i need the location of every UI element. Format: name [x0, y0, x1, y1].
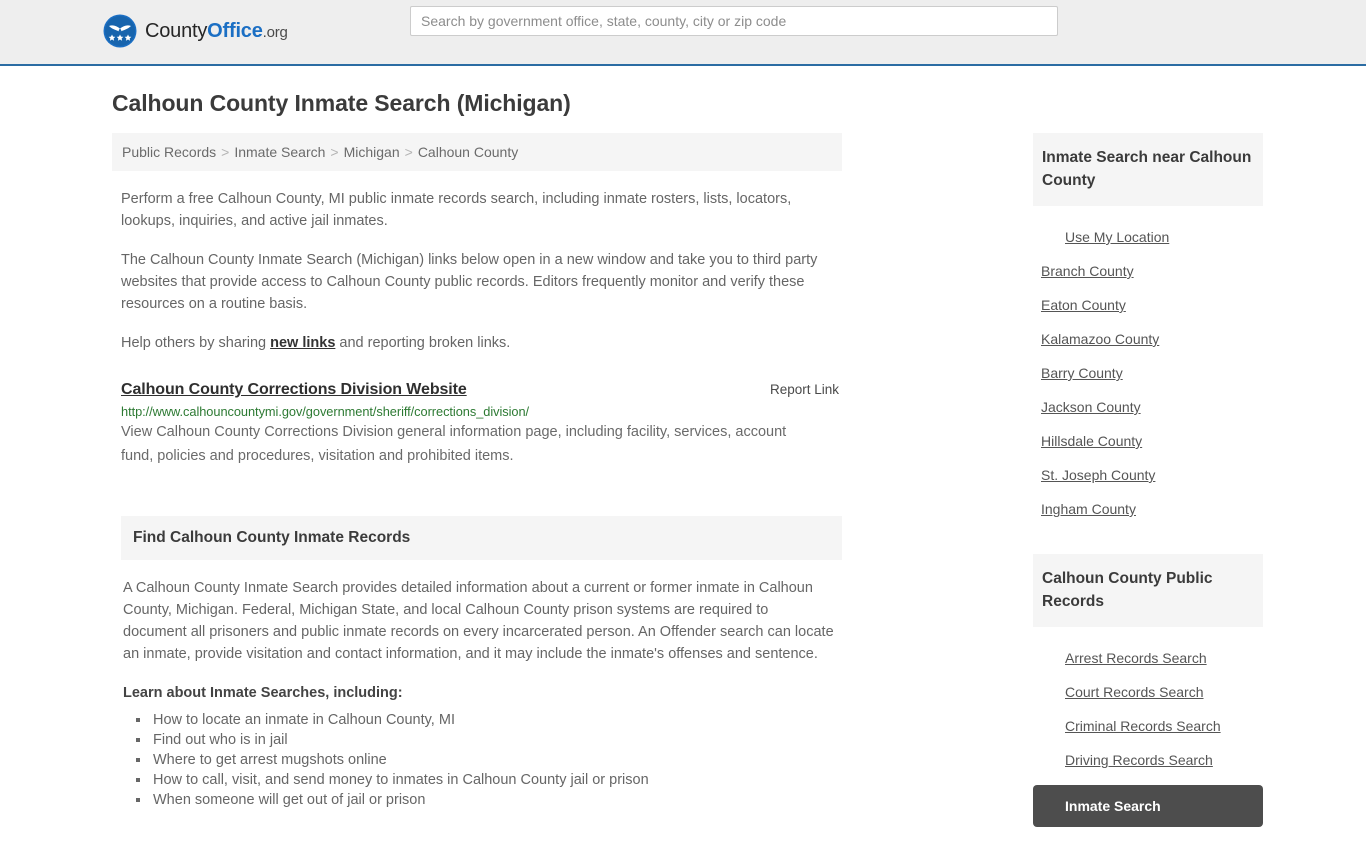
search-container [410, 6, 1058, 36]
list-item: When someone will get out of jail or pri… [151, 790, 840, 810]
site-header: CountyOffice.org [0, 0, 1366, 66]
sidebar-item-ingham-county[interactable]: Ingham County [1033, 492, 1136, 526]
sidebar-item-barry-county[interactable]: Barry County [1033, 356, 1123, 390]
list-item: Use My Location [1033, 220, 1263, 254]
list-item: Eaton County [1033, 288, 1263, 322]
sidebar-item-arrest-records-search[interactable]: Arrest Records Search [1033, 641, 1207, 675]
sidebar-item-st-joseph-county[interactable]: St. Joseph County [1033, 458, 1155, 492]
intro-paragraph: Perform a free Calhoun County, MI public… [121, 191, 792, 229]
list-item: St. Joseph County [1033, 458, 1263, 492]
help-suffix-text: and reporting broken links. [335, 335, 511, 351]
breadcrumb: Public Records > Inmate Search > Michigan > Ca… [112, 133, 842, 171]
sidebar-item-use-my-location[interactable]: Use My Location [1033, 220, 1169, 254]
breadcrumb-item-michigan[interactable]: Michigan [344, 144, 400, 160]
result-header-row: Calhoun County Corrections Division Webs… [121, 381, 842, 399]
page-title: Calhoun County Inmate Search (Michigan) [112, 90, 571, 116]
site-logo[interactable]: CountyOffice.org [103, 14, 288, 48]
panel-heading: Inmate Search near Calhoun County [1033, 133, 1263, 206]
list-item: Ingham County [1033, 492, 1263, 526]
near-county-list: Use My Location Branch County Eaton Coun… [1033, 206, 1263, 526]
new-links-link[interactable]: new links [270, 335, 335, 351]
list-item: How to locate an inmate in Calhoun Count… [151, 710, 840, 730]
result-description: View Calhoun County Corrections Division… [121, 424, 787, 464]
list-item: Arrest Records Search [1033, 641, 1263, 675]
content-columns: Public Records > Inmate Search > Michigan > Ca… [103, 133, 1263, 855]
panel-public-records: Calhoun County Public Records Arrest Rec… [1033, 554, 1263, 827]
report-link-button[interactable]: Report Link [770, 382, 842, 397]
breadcrumb-item-public-records[interactable]: Public Records [122, 144, 216, 160]
sidebar-item-criminal-records-search[interactable]: Criminal Records Search [1033, 709, 1221, 743]
list-item: Driving Records Search [1033, 743, 1263, 777]
list-item: Hillsdale County [1033, 424, 1263, 458]
site-logo-text: CountyOffice.org [145, 20, 288, 43]
brand-part-office: Office [207, 19, 263, 42]
help-prefix-text: Help others by sharing [121, 335, 271, 351]
sidebar: Inmate Search near Calhoun County Use My… [1033, 133, 1263, 855]
sidebar-item-branch-county[interactable]: Branch County [1033, 254, 1134, 288]
search-input[interactable] [410, 6, 1058, 36]
learn-about-list: How to locate an inmate in Calhoun Count… [123, 710, 840, 810]
section-body: A Calhoun County Inmate Search provides … [121, 577, 842, 810]
list-item: How to call, visit, and send money to in… [151, 770, 840, 790]
sidebar-item-eaton-county[interactable]: Eaton County [1033, 288, 1126, 322]
page-container: Calhoun County Inmate Search (Michigan) … [103, 90, 1263, 855]
help-paragraph: Help others by sharing new links and rep… [121, 332, 833, 354]
section-heading: Find Calhoun County Inmate Records [121, 516, 842, 560]
breadcrumb-separator: > [330, 144, 339, 160]
breadcrumb-item-calhoun-county[interactable]: Calhoun County [418, 144, 518, 160]
brand-part-org: .org [262, 23, 288, 41]
list-item-active: Inmate Search [1033, 785, 1263, 827]
breadcrumb-separator: > [404, 144, 413, 160]
public-records-list: Arrest Records Search Court Records Sear… [1033, 627, 1263, 827]
list-item: Where to get arrest mugshots online [151, 750, 840, 770]
list-item: Kalamazoo County [1033, 322, 1263, 356]
list-item: Branch County [1033, 254, 1263, 288]
list-item: Find out who is in jail [151, 730, 840, 750]
breadcrumb-separator: > [221, 144, 230, 160]
section-lead-in: Learn about Inmate Searches, including: [123, 685, 403, 701]
header-inner: CountyOffice.org [103, 0, 1263, 64]
sidebar-item-hillsdale-county[interactable]: Hillsdale County [1033, 424, 1142, 458]
list-item: Barry County [1033, 356, 1263, 390]
sidebar-item-kalamazoo-county[interactable]: Kalamazoo County [1033, 322, 1159, 356]
find-records-section: Find Calhoun County Inmate Records A Cal… [121, 516, 842, 810]
panel-heading: Calhoun County Public Records [1033, 554, 1263, 627]
list-item: Jackson County [1033, 390, 1263, 424]
panel-inmate-search-near: Inmate Search near Calhoun County Use My… [1033, 133, 1263, 526]
sidebar-item-jackson-county[interactable]: Jackson County [1033, 390, 1141, 424]
brand-part-county: County [145, 19, 208, 42]
breadcrumb-item-inmate-search[interactable]: Inmate Search [234, 144, 325, 160]
section-paragraph: A Calhoun County Inmate Search provides … [123, 580, 834, 662]
result-title-link[interactable]: Calhoun County Corrections Division Webs… [121, 381, 467, 399]
result-url[interactable]: http://www.calhouncountymi.gov/governmen… [121, 404, 842, 419]
list-item: Criminal Records Search [1033, 709, 1263, 743]
eagle-shield-icon [103, 14, 137, 48]
result-entry: Calhoun County Corrections Division Webs… [121, 381, 842, 468]
sidebar-item-inmate-search[interactable]: Inmate Search [1033, 785, 1161, 827]
list-item: Court Records Search [1033, 675, 1263, 709]
sidebar-item-court-records-search[interactable]: Court Records Search [1033, 675, 1204, 709]
second-paragraph: The Calhoun County Inmate Search (Michig… [121, 252, 818, 312]
main-column: Public Records > Inmate Search > Michigan > Ca… [112, 133, 842, 855]
sidebar-item-driving-records-search[interactable]: Driving Records Search [1033, 743, 1213, 777]
